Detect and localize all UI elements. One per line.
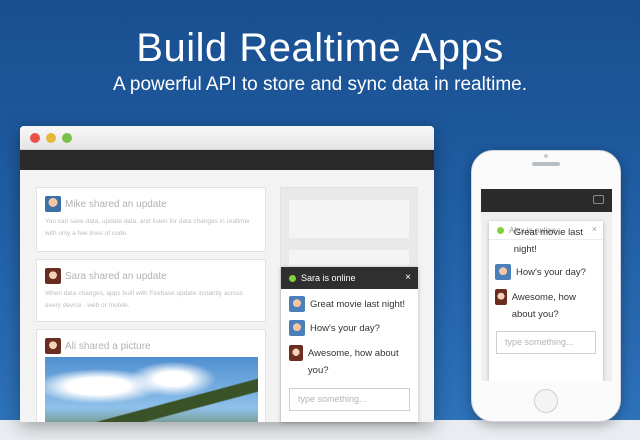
chat-message-text: Awesome, how about you? [511, 292, 576, 320]
avatar-alex-icon [289, 320, 305, 336]
close-window-button[interactable] [30, 133, 40, 143]
sidebar-placeholder [289, 250, 409, 266]
avatar-alex-icon [495, 264, 511, 280]
chat-header[interactable]: Sara is online × [281, 267, 418, 289]
online-status-icon [289, 274, 296, 282]
phone-screen: Alex is online × Great movie last night!… [481, 189, 612, 381]
chat-input[interactable]: type something... [496, 331, 596, 354]
speaker-icon [532, 162, 560, 166]
chat-message: Great movie last night! [495, 224, 595, 258]
phone-chat-widget: Alex is online × Great movie last night!… [489, 221, 603, 381]
chat-message-text: How's your day? [516, 267, 586, 278]
chat-message-text: Awesome, how about you? [307, 348, 399, 376]
shared-photo[interactable] [45, 357, 258, 422]
feed-item[interactable]: Sara shared an update When data changes,… [36, 259, 266, 322]
feed-item-text: You can save data, update data, and list… [45, 218, 250, 237]
avatar-ali-icon [45, 338, 61, 354]
maximize-window-button[interactable] [62, 133, 72, 143]
feed-item-title: Ali shared a picture [65, 340, 151, 352]
chat-message: Great movie last night! [289, 296, 405, 313]
chat-input[interactable]: type something... [289, 388, 410, 411]
phone-navbar [481, 189, 612, 212]
feed-item-title: Sara shared an update [65, 270, 167, 282]
app-navbar [20, 150, 434, 170]
browser-titlebar [20, 126, 434, 150]
page-headline: Build Realtime Apps [136, 26, 504, 70]
chat-message-text: Great movie last night! [310, 299, 406, 310]
chat-message: How's your day? [289, 320, 380, 337]
phone-device: Alex is online × Great movie last night!… [471, 150, 621, 422]
avatar-alex-icon [289, 296, 305, 312]
minimize-window-button[interactable] [46, 133, 56, 143]
camera-icon [544, 154, 548, 158]
chat-message-text: How's your day? [310, 323, 380, 334]
avatar-mike-icon [45, 196, 61, 212]
chat-message: Awesome, how about you? [289, 345, 407, 379]
avatar-sara-icon [289, 345, 303, 361]
close-icon[interactable]: × [405, 272, 411, 283]
floor [0, 420, 640, 440]
home-button[interactable] [534, 389, 558, 413]
chat-bubble-icon[interactable] [593, 195, 604, 204]
avatar-sara-icon [45, 268, 61, 284]
page-subheadline: A powerful API to store and sync data in… [112, 74, 527, 95]
chat-message-text: Great movie last night! [513, 227, 583, 255]
chat-message: Awesome, how about you? [495, 289, 595, 323]
feed-item[interactable]: Mike shared an update You can save data,… [36, 187, 266, 252]
feed-item-title: Mike shared an update [65, 198, 167, 210]
chat-message: How's your day? [495, 264, 586, 281]
feed-item[interactable]: Ali shared a picture [36, 329, 266, 422]
feed-item-text: When data changes, apps built with Fireb… [45, 290, 244, 309]
sidebar-placeholder [289, 200, 409, 238]
avatar-sara-icon [495, 289, 507, 305]
desktop-chat-widget: Sara is online × Great movie last night!… [281, 267, 418, 422]
chat-status: Sara is online [301, 273, 356, 283]
